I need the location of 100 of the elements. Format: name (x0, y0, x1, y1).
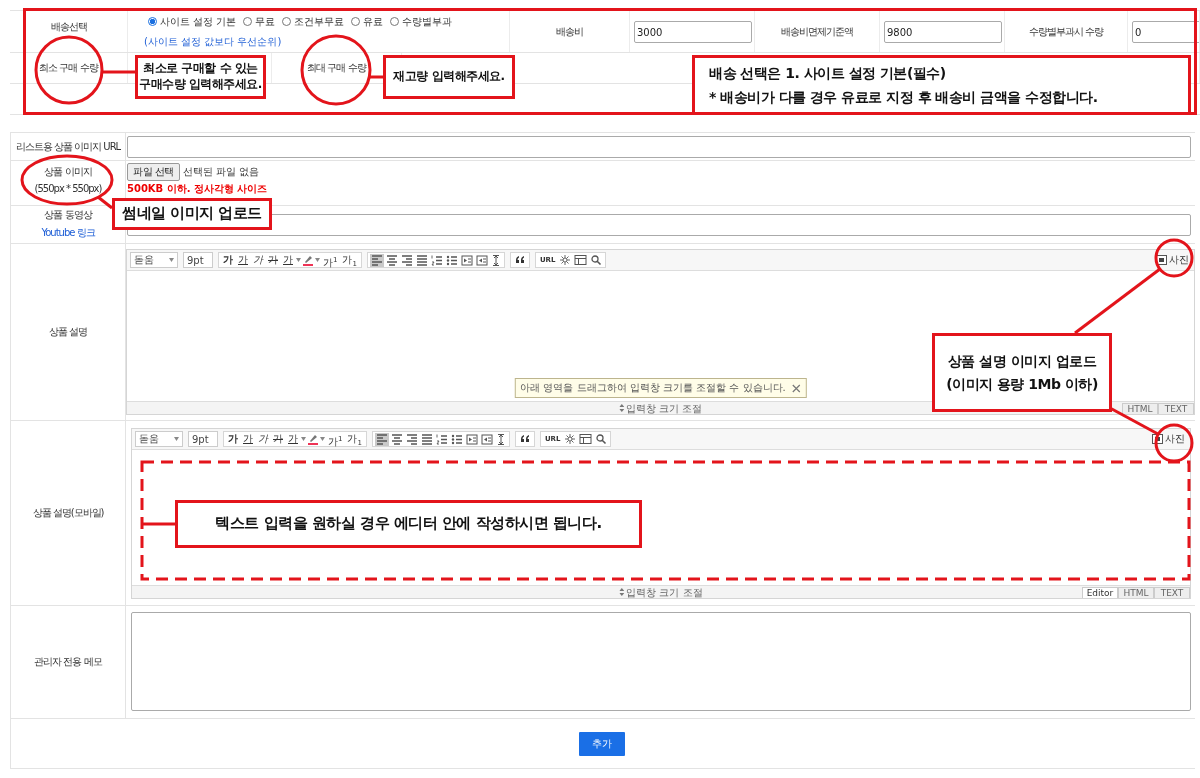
special-character-icon[interactable] (563, 433, 578, 445)
resize-handle[interactable]: 입력창 크기 조절 (618, 402, 703, 414)
highlight-circle (1154, 423, 1194, 463)
radio-button[interactable] (351, 17, 361, 26)
font-color-button[interactable]: 가 (286, 432, 300, 446)
strikethrough-button[interactable]: 가 (266, 253, 280, 267)
font-size-select[interactable]: 9pt (183, 252, 213, 268)
field-label: 관리자 전용 메모 (34, 655, 102, 669)
memo-field[interactable] (131, 612, 1191, 711)
file-status: 선택된 파일 없음 (182, 165, 260, 179)
highlighter-icon[interactable] (302, 254, 314, 266)
radio-label[interactable]: 유료 (363, 14, 384, 29)
special-character-icon[interactable] (558, 254, 573, 266)
table-icon[interactable] (573, 254, 589, 266)
resize-icon (619, 588, 625, 596)
field-label: 배송비면제기준액 (781, 24, 853, 39)
outdent-icon[interactable] (479, 432, 494, 446)
highlight-circle (1154, 238, 1194, 278)
input-field[interactable]: 3000 (634, 20, 752, 43)
align-center-icon[interactable] (389, 432, 404, 446)
strikethrough-button[interactable]: 가 (271, 432, 285, 446)
bold-button[interactable]: 가 (221, 253, 235, 267)
resize-handle[interactable]: 입력창 크기 조절 (619, 586, 703, 598)
caret-icon (315, 258, 320, 262)
field-label: 배송선택 (50, 20, 87, 34)
field-label: 최소 구매 수량 (39, 61, 98, 75)
radio-label[interactable]: 사이트 설정 기본 (160, 14, 237, 29)
close-icon[interactable] (791, 383, 801, 393)
font-color-button[interactable]: 가 (281, 253, 295, 267)
editor-tab[interactable]: TEXT (1154, 586, 1190, 598)
align-left-icon[interactable] (369, 253, 384, 267)
radio-button[interactable] (282, 17, 292, 26)
font-size-select[interactable]: 9pt (188, 431, 218, 447)
radio-label[interactable]: 수량별부과 (402, 14, 453, 29)
outdent-icon[interactable] (474, 253, 489, 267)
align-center-icon[interactable] (384, 253, 399, 267)
editor-tab[interactable]: TEXT (1158, 402, 1194, 414)
subscript-button[interactable]: 가$_{1}$ (345, 432, 364, 446)
superscript-button[interactable]: 가$^{1}$ (326, 432, 345, 446)
callout-text: * 배송비가 다를 경우 유료로 지정 후 배송비 금액을 수정합니다. (709, 88, 1098, 107)
callout-text: 최소로 구매할 수 있는 구매수량 입력해주세요. (139, 61, 262, 93)
field-label: 상품 설명(모바일) (32, 506, 104, 520)
subscript-button[interactable]: 가$_{1}$ (340, 253, 359, 267)
editor-tab[interactable]: Editor (1082, 586, 1118, 598)
priority-note: (사이트 설정 값보다 우선순위) (144, 34, 282, 49)
caret-icon (320, 437, 325, 441)
size-note: (550px * 550px) (34, 182, 102, 194)
bullet-list-icon[interactable] (449, 432, 464, 446)
callout-text: 재고량 입력해주세요. (393, 69, 505, 85)
field-label: 배송비 (556, 24, 583, 39)
radio-button[interactable] (243, 17, 253, 26)
caret-icon (296, 258, 301, 262)
upload-hint: 500KB 이하. 정사각형 사이즈 (127, 182, 268, 196)
callout-text: 배송 선택은 1. 사이트 설정 기본(필수) (709, 63, 946, 82)
field-label: 상품 동영상 (44, 208, 92, 222)
search-icon[interactable] (589, 254, 604, 266)
bullet-list-icon[interactable] (444, 253, 459, 267)
align-justify-icon[interactable] (419, 432, 434, 446)
underline-button[interactable]: 가 (236, 253, 250, 267)
caret-icon (174, 437, 179, 441)
input-field[interactable]: 0 (1132, 20, 1199, 43)
callout-text: (이미지 용량 1Mb 이하) (946, 374, 1098, 393)
editor-tab[interactable]: HTML (1122, 402, 1158, 414)
field-label: 상품 이미지 (44, 164, 92, 179)
indent-icon[interactable] (464, 432, 479, 446)
numbered-list-icon[interactable] (429, 253, 444, 267)
resize-icon (618, 404, 624, 412)
caret-icon (301, 437, 306, 441)
numbered-list-icon[interactable] (434, 432, 449, 446)
font-select[interactable]: 돋움 (135, 431, 183, 447)
underline-button[interactable]: 가 (241, 432, 255, 446)
add-button[interactable]: 추가 (578, 731, 625, 756)
link-note: Youtube 링크 (41, 226, 95, 240)
superscript-button[interactable]: 가$^{1}$ (321, 253, 340, 267)
caret-icon (169, 258, 174, 262)
photo-button[interactable]: 사진 (1150, 432, 1187, 446)
radio-button[interactable] (148, 17, 157, 26)
radio-button[interactable] (390, 17, 400, 26)
align-left-icon[interactable] (374, 432, 389, 446)
radio-label[interactable]: 조건부무료 (294, 14, 345, 29)
search-icon[interactable] (594, 433, 609, 445)
input-field[interactable] (127, 135, 1191, 158)
align-right-icon[interactable] (404, 432, 419, 446)
editor-tab[interactable]: HTML (1118, 586, 1154, 598)
radio-label[interactable]: 무료 (255, 14, 276, 29)
bold-button[interactable]: 가 (226, 432, 240, 446)
italic-button[interactable]: 가 (256, 432, 270, 446)
font-select[interactable]: 돋움 (130, 252, 178, 268)
table-icon[interactable] (578, 433, 594, 445)
tooltip-text: 아래 영역을 드래그하여 입력창 크기를 조절할 수 있습니다. (520, 381, 786, 395)
align-justify-icon[interactable] (414, 253, 429, 267)
input-field[interactable]: 9800 (884, 20, 1002, 43)
field-label: 최대 구매 수량 (307, 61, 366, 75)
field-label: 상품 설명 (48, 325, 88, 339)
italic-button[interactable]: 가 (251, 253, 265, 267)
align-right-icon[interactable] (399, 253, 414, 267)
field-label: 수량별부과시 수량 (1028, 24, 1104, 39)
indent-icon[interactable] (459, 253, 474, 267)
highlighter-icon[interactable] (307, 433, 319, 445)
file-select-button[interactable]: 파일 선택 (127, 163, 180, 181)
